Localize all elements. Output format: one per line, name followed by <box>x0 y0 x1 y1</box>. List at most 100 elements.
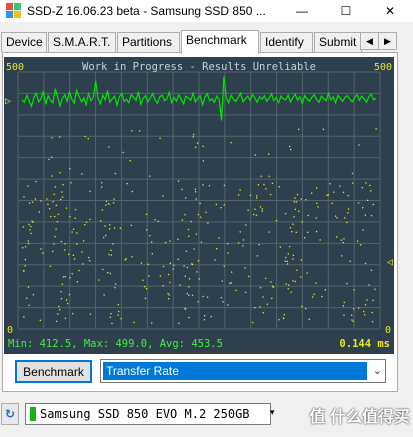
access-time-dot <box>374 288 376 290</box>
benchmark-button[interactable]: Benchmark <box>15 360 92 383</box>
access-time-dot <box>239 231 241 233</box>
access-time-dot <box>52 201 54 203</box>
access-time-dot <box>340 239 342 241</box>
app-icon-blue <box>6 11 13 18</box>
access-time-dot <box>52 250 54 253</box>
access-time-dot <box>51 156 53 158</box>
access-time-dot <box>256 195 258 197</box>
access-time-dot <box>368 284 370 286</box>
access-time-dot <box>100 220 102 222</box>
access-time-dot <box>28 202 31 204</box>
access-time-dot <box>131 256 133 258</box>
access-time-dot <box>60 298 63 300</box>
access-time-dot <box>114 287 116 289</box>
maximize-button[interactable]: ☐ <box>323 0 369 22</box>
access-time-dot <box>27 242 30 245</box>
access-time-dot <box>169 281 171 284</box>
tab-partitions[interactable]: Partitions <box>117 32 180 52</box>
access-time-dot <box>122 151 124 154</box>
tab-identify[interactable]: Identify <box>260 32 313 52</box>
access-time-dot <box>55 204 57 206</box>
access-time-dot <box>369 184 371 187</box>
tab-scroll-right-button[interactable]: ▶ <box>378 32 397 50</box>
access-time-dot <box>205 211 207 213</box>
benchmark-mode-value: Transfer Rate <box>103 362 367 380</box>
access-time-dot <box>222 301 224 303</box>
access-time-dot <box>262 312 264 314</box>
window-title: SSD-Z 16.06.23 beta - Samsung SSD 850 ..… <box>27 4 266 18</box>
tab-device[interactable]: Device <box>1 32 47 52</box>
access-time-dot <box>254 208 256 210</box>
access-time-dot <box>291 231 293 233</box>
access-time-dot <box>87 138 89 140</box>
access-time-dot <box>322 128 325 130</box>
access-time-dot <box>268 231 270 233</box>
access-time-dot <box>333 191 335 193</box>
access-time-dot <box>85 221 88 223</box>
access-time-dot <box>287 288 289 290</box>
access-time-dot <box>245 224 247 226</box>
access-time-dot <box>27 185 29 187</box>
access-time-dot <box>68 293 71 296</box>
access-time-dot <box>147 263 149 265</box>
refresh-button[interactable]: ↻ <box>1 403 19 425</box>
access-time-dot <box>304 237 306 239</box>
access-time-dot <box>204 315 206 317</box>
access-time-dot <box>193 248 195 250</box>
access-time-dot <box>144 286 146 288</box>
access-time-dot <box>26 297 28 299</box>
access-time-dot <box>104 225 106 227</box>
access-time-dot <box>61 191 63 193</box>
access-time-dot <box>72 254 74 256</box>
access-time-dot <box>105 234 107 237</box>
access-time-dot <box>329 183 331 185</box>
access-time-dot <box>262 296 264 298</box>
access-time-dot <box>55 228 57 230</box>
access-time-dot <box>294 197 296 199</box>
access-time-dot <box>254 154 256 156</box>
access-time-dot <box>53 193 55 195</box>
access-time-dot <box>195 233 198 235</box>
access-time-dot <box>237 242 240 244</box>
access-time-dot <box>195 198 197 200</box>
access-time-dot <box>343 301 345 304</box>
access-time-dot <box>144 297 147 299</box>
access-time-dot <box>115 283 117 285</box>
access-time-dot <box>292 254 294 256</box>
access-time-dot <box>296 193 299 196</box>
right-level-marker: ◁ <box>387 257 393 268</box>
tab-submit[interactable]: Submit <box>314 32 362 52</box>
access-time-dot <box>73 258 76 260</box>
tab-scroll-left-button[interactable]: ◀ <box>360 32 379 50</box>
access-time-dot <box>57 213 60 215</box>
access-time-dot <box>105 204 107 206</box>
access-time-dot <box>139 130 141 132</box>
access-time-dot <box>343 238 345 240</box>
access-time-dot <box>191 294 194 296</box>
access-time-dot <box>168 298 170 300</box>
access-time-dot <box>169 240 171 242</box>
app-icon-red <box>6 3 13 10</box>
drive-select[interactable]: Samsung SSD 850 EVO M.2 250GB <box>25 403 271 425</box>
tab-benchmark[interactable]: Benchmark <box>181 30 259 54</box>
access-time-dot <box>239 189 241 191</box>
close-button[interactable]: ✕ <box>367 0 413 22</box>
access-time-dot <box>272 285 274 287</box>
maximize-icon: ☐ <box>340 4 352 18</box>
access-time-dot <box>59 172 61 174</box>
access-time-dot <box>178 322 180 324</box>
tab-smart[interactable]: S.M.A.R.T. <box>48 32 116 52</box>
access-time-dot <box>27 286 30 288</box>
access-time-dot <box>31 201 34 203</box>
access-time-dot <box>48 158 50 161</box>
access-time-dot <box>23 316 25 318</box>
access-time-dot <box>284 260 286 262</box>
access-time-dot <box>59 309 61 311</box>
benchmark-mode-select[interactable]: Transfer Rate ⌄ <box>100 359 386 383</box>
access-time-dot <box>164 241 167 244</box>
minimize-button[interactable]: — <box>279 0 325 22</box>
access-time-dot <box>194 146 197 148</box>
access-time-dot <box>103 236 105 239</box>
access-time-dot <box>361 187 363 189</box>
access-time-dot <box>295 201 298 203</box>
